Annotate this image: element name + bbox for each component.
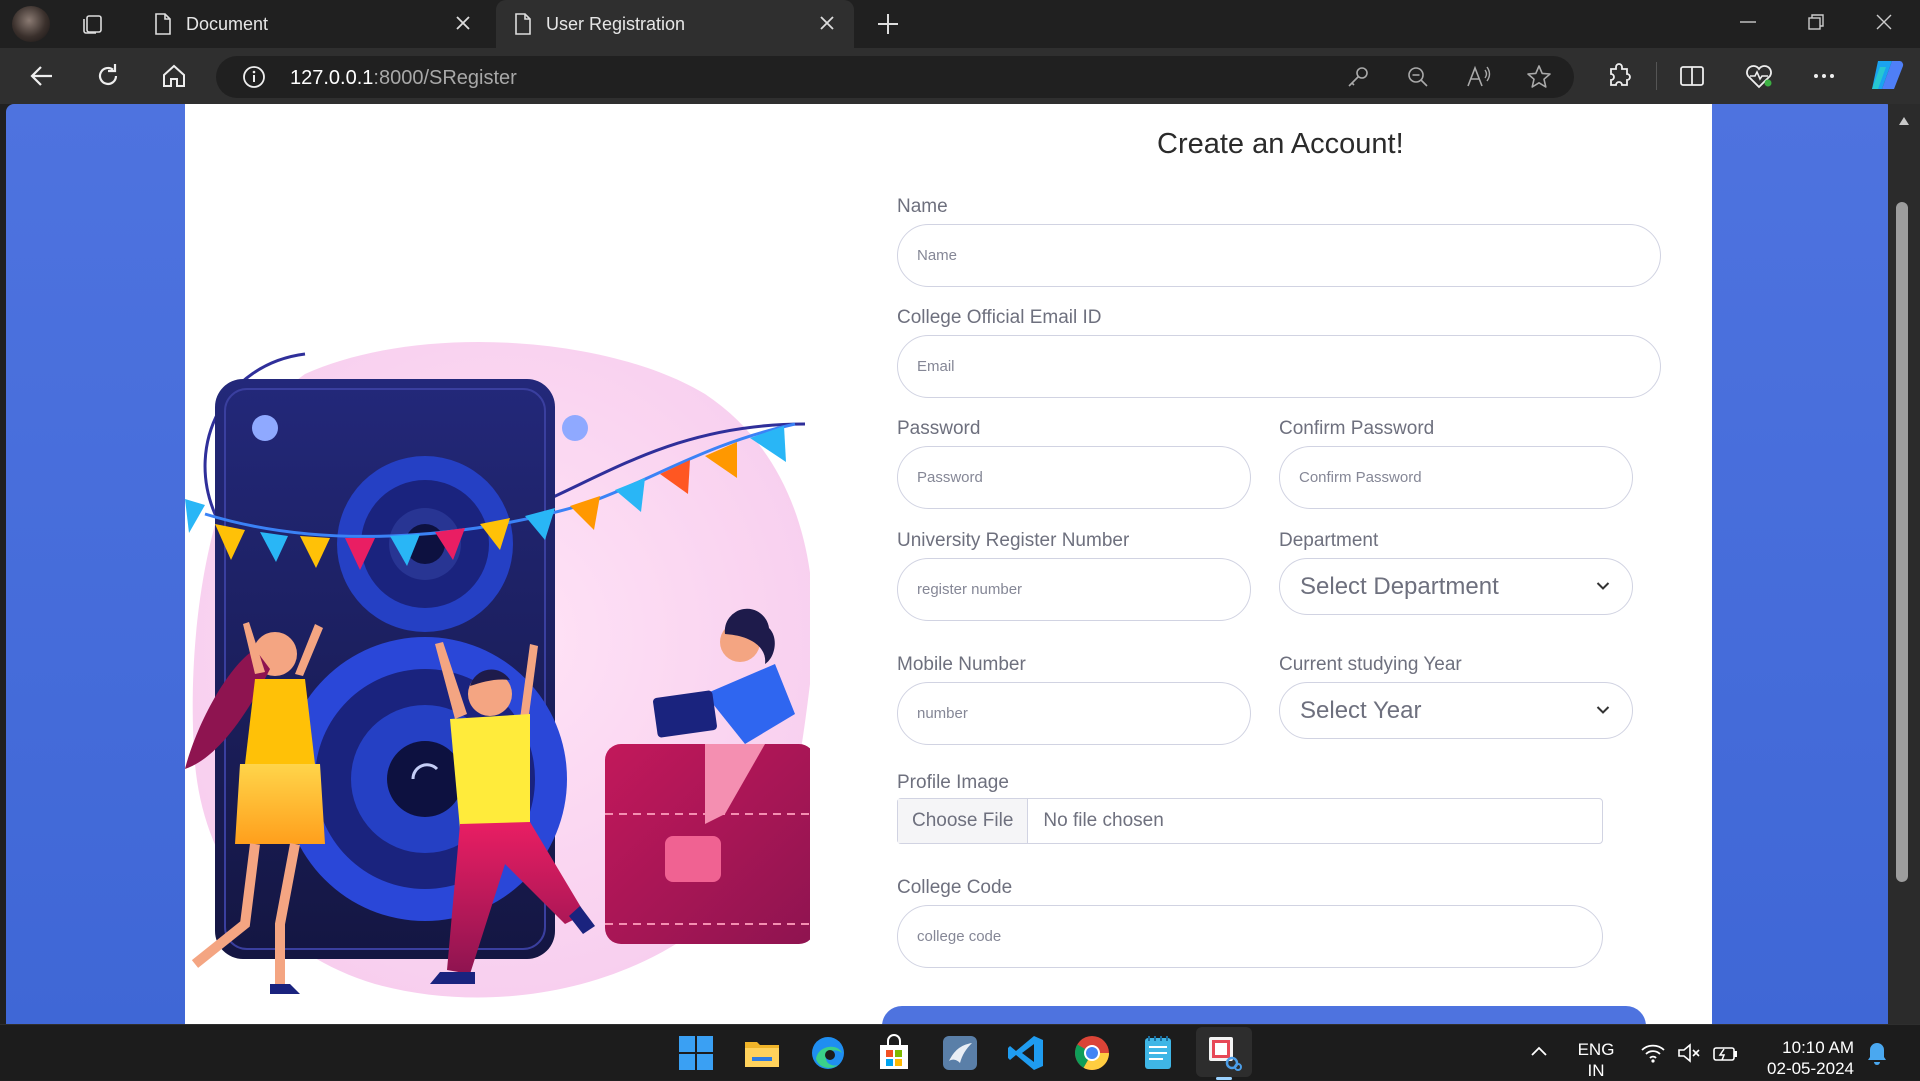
tab-title: User Registration — [546, 13, 686, 34]
url-text: 127.0.0.1:8000/SRegister — [290, 67, 517, 89]
clock-date: 02-05-2024 — [1767, 1059, 1854, 1078]
page-icon — [154, 13, 172, 35]
year-label: Current studying Year — [1279, 654, 1462, 675]
password-label: Password — [897, 418, 981, 439]
notepad-icon[interactable] — [1138, 1033, 1178, 1073]
party-illustration — [185, 224, 810, 1014]
language-indicator[interactable]: ENG IN — [1574, 1039, 1618, 1081]
close-window-icon[interactable] — [1874, 10, 1894, 34]
register-button[interactable] — [882, 1006, 1646, 1024]
registration-card: Create an Account! Name College Official… — [185, 104, 1712, 1024]
address-bar[interactable]: 127.0.0.1:8000/SRegister — [216, 56, 1574, 98]
page-scrollbar[interactable] — [1888, 104, 1920, 1024]
clock-time: 10:10 AM — [1782, 1038, 1854, 1057]
password-key-icon[interactable] — [1346, 65, 1370, 89]
windows-taskbar: ENG IN 10:10 AM 02-05-2024 — [0, 1024, 1920, 1080]
name-label: Name — [897, 196, 948, 217]
split-screen-icon[interactable] — [1678, 62, 1706, 90]
profile-image-label: Profile Image — [897, 772, 1009, 793]
language-code: ENG — [1577, 1040, 1615, 1059]
notification-bell-icon[interactable] — [1866, 1041, 1888, 1067]
windows-start-icon[interactable] — [676, 1033, 716, 1073]
snipping-tool-icon[interactable] — [1204, 1033, 1244, 1073]
mobile-number-input[interactable] — [897, 682, 1251, 745]
minimize-icon[interactable] — [1738, 10, 1758, 34]
tab-user-registration[interactable]: User Registration — [496, 0, 854, 48]
vscode-icon[interactable] — [1006, 1033, 1046, 1073]
read-aloud-icon[interactable] — [1466, 65, 1492, 89]
show-hidden-icons-chevron-icon[interactable] — [1530, 1045, 1548, 1057]
department-label: Department — [1279, 530, 1379, 551]
close-tab-icon[interactable] — [454, 14, 472, 32]
browser-tab-bar: Document User Registration — [0, 0, 1920, 48]
reload-icon[interactable] — [94, 62, 122, 90]
choose-file-button[interactable]: Choose File — [898, 799, 1029, 843]
email-label: College Official Email ID — [897, 307, 1102, 328]
email-input[interactable] — [897, 335, 1661, 398]
file-status-text: No file chosen — [1043, 810, 1164, 831]
college-code-input[interactable] — [897, 905, 1603, 968]
tab-document[interactable]: Document — [140, 0, 490, 48]
profile-avatar[interactable] — [12, 6, 50, 42]
workspaces-icon[interactable] — [80, 12, 106, 36]
form-title: Create an Account! — [1157, 128, 1404, 160]
scrollbar-thumb[interactable] — [1896, 202, 1908, 882]
more-options-icon[interactable] — [1810, 62, 1838, 90]
wifi-icon[interactable] — [1640, 1041, 1666, 1065]
college-code-label: College Code — [897, 877, 1013, 898]
profile-image-file-input[interactable]: Choose File No file chosen — [897, 798, 1603, 844]
department-selected: Select Department — [1300, 572, 1499, 600]
tab-title: Document — [186, 13, 269, 34]
volume-muted-icon[interactable] — [1676, 1041, 1702, 1065]
edge-browser-icon[interactable] — [808, 1033, 848, 1073]
page-icon — [514, 13, 532, 35]
register-number-input[interactable] — [897, 558, 1251, 621]
chevron-down-icon — [1596, 705, 1610, 715]
mobile-number-label: Mobile Number — [897, 654, 1026, 675]
zoom-out-icon[interactable] — [1406, 65, 1430, 89]
microsoft-store-icon[interactable] — [874, 1033, 914, 1073]
battery-charging-icon[interactable] — [1712, 1041, 1740, 1065]
region-code: IN — [1587, 1061, 1605, 1080]
restore-icon[interactable] — [1806, 10, 1826, 34]
copilot-icon[interactable] — [1868, 58, 1906, 92]
new-tab-icon[interactable] — [876, 12, 900, 36]
close-tab-icon[interactable] — [818, 14, 836, 32]
toolbar-divider — [1656, 62, 1657, 90]
site-info-icon[interactable] — [242, 65, 266, 89]
name-input[interactable] — [897, 224, 1661, 287]
mysql-workbench-icon[interactable] — [940, 1033, 980, 1073]
confirm-password-input[interactable] — [1279, 446, 1633, 509]
confirm-password-label: Confirm Password — [1279, 418, 1435, 439]
chevron-down-icon — [1596, 581, 1610, 591]
browser-essentials-icon[interactable] — [1744, 62, 1774, 90]
extensions-icon[interactable] — [1606, 62, 1634, 90]
favorite-star-icon[interactable] — [1526, 64, 1552, 90]
browser-toolbar: 127.0.0.1:8000/SRegister — [0, 48, 1920, 104]
home-icon[interactable] — [160, 62, 188, 90]
back-icon[interactable] — [28, 62, 56, 90]
page-viewport: Create an Account! Name College Official… — [6, 104, 1894, 1024]
chrome-icon[interactable] — [1072, 1033, 1112, 1073]
year-select[interactable]: Select Year — [1279, 682, 1633, 739]
file-explorer-icon[interactable] — [742, 1033, 782, 1073]
department-select[interactable]: Select Department — [1279, 558, 1633, 615]
register-number-label: University Register Number — [897, 530, 1130, 551]
clock[interactable]: 10:10 AM 02-05-2024 — [1754, 1037, 1854, 1079]
scroll-up-arrow-icon[interactable] — [1898, 116, 1910, 126]
year-selected: Select Year — [1300, 696, 1422, 724]
password-input[interactable] — [897, 446, 1251, 509]
